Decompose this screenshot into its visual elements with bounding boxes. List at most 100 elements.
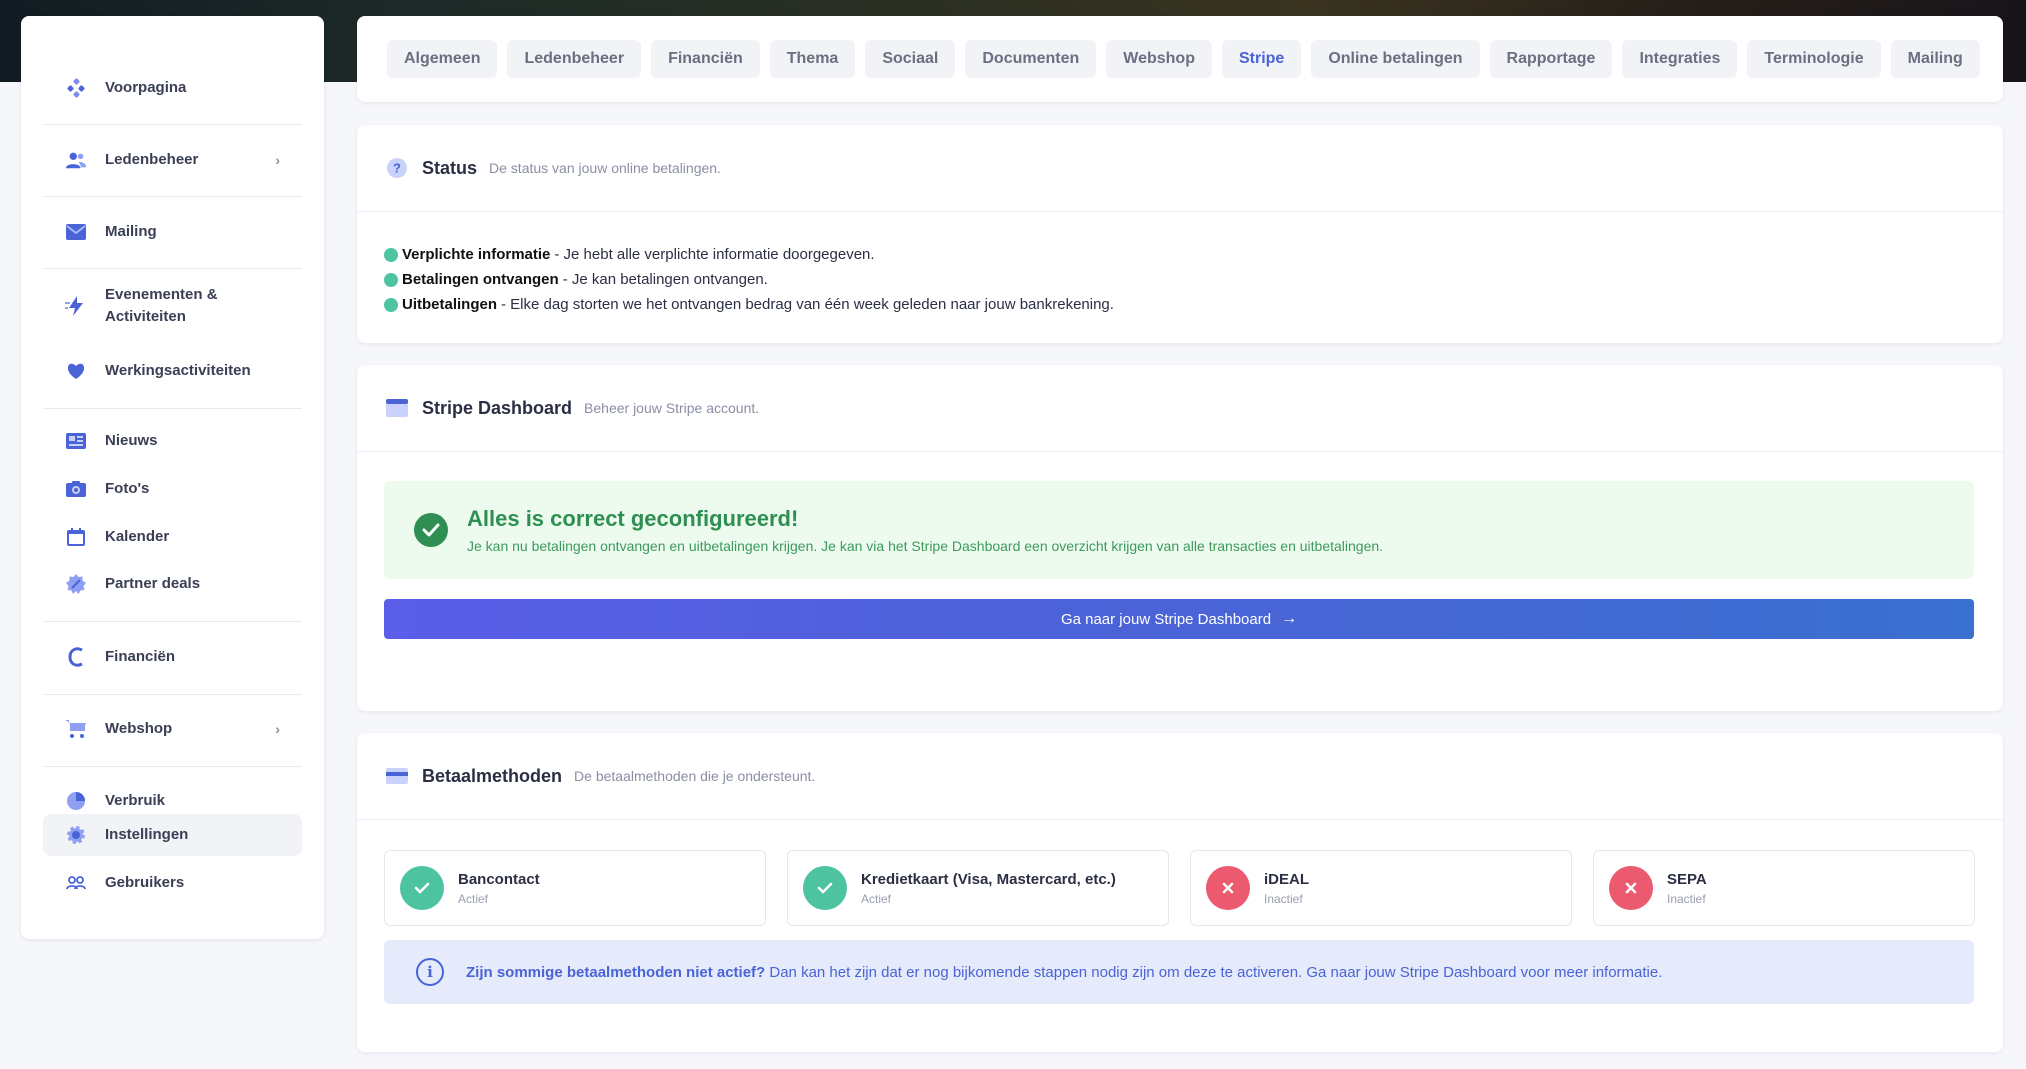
card-subtitle: De status van jouw online betalingen. (489, 160, 721, 176)
card-icon (386, 397, 408, 419)
sidebar-item-instellingen[interactable]: Instellingen (43, 814, 302, 856)
sidebar-item-mailing[interactable]: Mailing (43, 211, 302, 253)
card-title: Stripe Dashboard (422, 397, 573, 418)
sidebar-item-label: Evenementen & Activiteiten (105, 286, 218, 325)
arrow-right-icon: → (1281, 610, 1298, 627)
status-dot (384, 272, 398, 287)
question-icon: ? (386, 157, 408, 179)
sidebar-item-financien[interactable]: Financiën (43, 636, 302, 678)
tab-online-betalingen[interactable]: Online betalingen (1311, 40, 1480, 78)
tab-integraties[interactable]: Integraties (1622, 40, 1738, 78)
success-alert: Alles is correct geconfigureerd! Je kan … (384, 481, 1974, 579)
sidebar-item-label: Ledenbeheer (105, 151, 199, 168)
card-header: ? Status De status van jouw online betal… (357, 125, 2003, 212)
payment-method-kredietkaart[interactable]: Kredietkaart (Visa, Mastercard, etc.) Ac… (787, 850, 1169, 926)
svg-text:?: ? (393, 161, 401, 176)
check-icon (400, 866, 444, 910)
tab-thema[interactable]: Thema (769, 40, 856, 78)
tab-terminologie[interactable]: Terminologie (1747, 40, 1881, 78)
sidebar-item-label: Instellingen (105, 826, 189, 843)
status-card: ? Status De status van jouw online betal… (357, 125, 2003, 343)
tab-documenten[interactable]: Documenten (965, 40, 1097, 78)
payment-method-name: SEPA (1667, 870, 1707, 888)
tab-stripe[interactable]: Stripe (1221, 40, 1302, 78)
status-row: Verplichte informatie - Je hebt alle ver… (384, 242, 2003, 267)
payment-method-ideal[interactable]: iDEAL Inactief (1190, 850, 1572, 926)
success-title: Alles is correct geconfigureerd! (467, 506, 799, 531)
tab-rapportage[interactable]: Rapportage (1489, 40, 1613, 78)
payment-method-name: Kredietkaart (Visa, Mastercard, etc.) (861, 870, 1116, 888)
credit-card-icon (386, 765, 408, 787)
payment-method-name: iDEAL (1264, 870, 1309, 888)
tab-mailing[interactable]: Mailing (1890, 40, 1980, 78)
users-icon (65, 149, 87, 171)
info-text: Zijn sommige betaalmethoden niet actief?… (466, 964, 1662, 981)
sidebar-item-evenementen[interactable]: Evenementen & Activiteiten (43, 282, 302, 330)
sidebar-item-webshop[interactable]: Webshop › (43, 708, 302, 750)
card-subtitle: Beheer jouw Stripe account. (584, 400, 760, 416)
payment-method-state: Actief (458, 891, 489, 906)
sidebar-item-voorpagina[interactable]: Voorpagina (43, 67, 302, 109)
sidebar-item-label: Nieuws (105, 432, 158, 449)
payment-method-bancontact[interactable]: Bancontact Actief (384, 850, 766, 926)
sidebar-item-label: Mailing (105, 223, 157, 240)
cart-icon (65, 718, 87, 740)
info-alert: i Zijn sommige betaalmethoden niet actie… (384, 940, 1974, 1004)
sidebar-item-nieuws[interactable]: Nieuws (43, 420, 302, 462)
tab-ledenbeheer[interactable]: Ledenbeheer (507, 40, 642, 78)
status-dot (384, 297, 398, 312)
status-row: Uitbetalingen - Elke dag storten we het … (384, 292, 2003, 317)
sidebar: Voorpagina Ledenbeheer › Mailing Eveneme… (21, 16, 324, 939)
payment-methods-list: Bancontact Actief Kredietkaart (Visa, Ma… (384, 850, 1975, 926)
status-list: Verplichte informatie - Je hebt alle ver… (357, 212, 2003, 317)
euro-icon (65, 646, 87, 668)
sidebar-item-label: Gebruikers (105, 874, 185, 891)
sidebar-item-werkingsactiviteiten[interactable]: Werkingsactiviteiten (43, 350, 302, 392)
divider (43, 621, 302, 622)
payment-method-name: Bancontact (458, 870, 540, 888)
chevron-right-icon: › (275, 721, 280, 737)
info-icon: i (416, 958, 444, 986)
payment-method-sepa[interactable]: SEPA Inactief (1593, 850, 1975, 926)
group-icon (65, 872, 87, 894)
divider (43, 196, 302, 197)
stripe-dashboard-button[interactable]: Ga naar jouw Stripe Dashboard → (384, 599, 1974, 639)
heart-icon (65, 360, 87, 382)
lightning-icon (65, 295, 87, 317)
tab-webshop[interactable]: Webshop (1106, 40, 1212, 78)
sidebar-item-ledenbeheer[interactable]: Ledenbeheer › (43, 139, 302, 181)
tab-financien[interactable]: Financiën (651, 40, 760, 78)
sidebar-item-label: Kalender (105, 528, 170, 545)
card-header: Betaalmethoden De betaalmethoden die je … (357, 733, 2003, 820)
card-title: Status (422, 157, 478, 178)
divider (43, 408, 302, 409)
mail-icon (65, 221, 87, 243)
sidebar-item-label: Financiën (105, 648, 176, 665)
sidebar-item-label: Voorpagina (105, 79, 187, 96)
status-text: - Je hebt alle verplichte informatie doo… (554, 246, 875, 263)
sidebar-item-partner-deals[interactable]: Partner deals (43, 563, 302, 605)
tab-algemeen[interactable]: Algemeen (387, 40, 498, 78)
payment-method-state: Actief (861, 891, 892, 906)
sidebar-item-label: Verbruik (105, 792, 166, 809)
close-icon (1206, 866, 1250, 910)
divider (43, 124, 302, 125)
payment-method-state: Inactief (1264, 891, 1303, 906)
status-dot (384, 247, 398, 262)
info-bold: Zijn sommige betaalmethoden niet actief? (466, 963, 766, 981)
gear-icon (65, 824, 87, 846)
badge-icon (65, 573, 87, 595)
tab-sociaal[interactable]: Sociaal (865, 40, 956, 78)
card-title: Betaalmethoden (422, 765, 563, 786)
card-subtitle: De betaalmethoden die je ondersteunt. (574, 768, 816, 784)
payment-method-state: Inactief (1667, 891, 1706, 906)
sidebar-item-fotos[interactable]: Foto's (43, 468, 302, 510)
settings-tabs: Algemeen Ledenbeheer Financiën Thema Soc… (357, 16, 2003, 102)
home-icon (65, 77, 87, 99)
status-label: Uitbetalingen (402, 296, 498, 313)
chevron-right-icon: › (275, 152, 280, 168)
close-icon (1609, 866, 1653, 910)
sidebar-item-label: Webshop (105, 720, 173, 737)
sidebar-item-kalender[interactable]: Kalender (43, 516, 302, 558)
sidebar-item-gebruikers[interactable]: Gebruikers (43, 862, 302, 904)
